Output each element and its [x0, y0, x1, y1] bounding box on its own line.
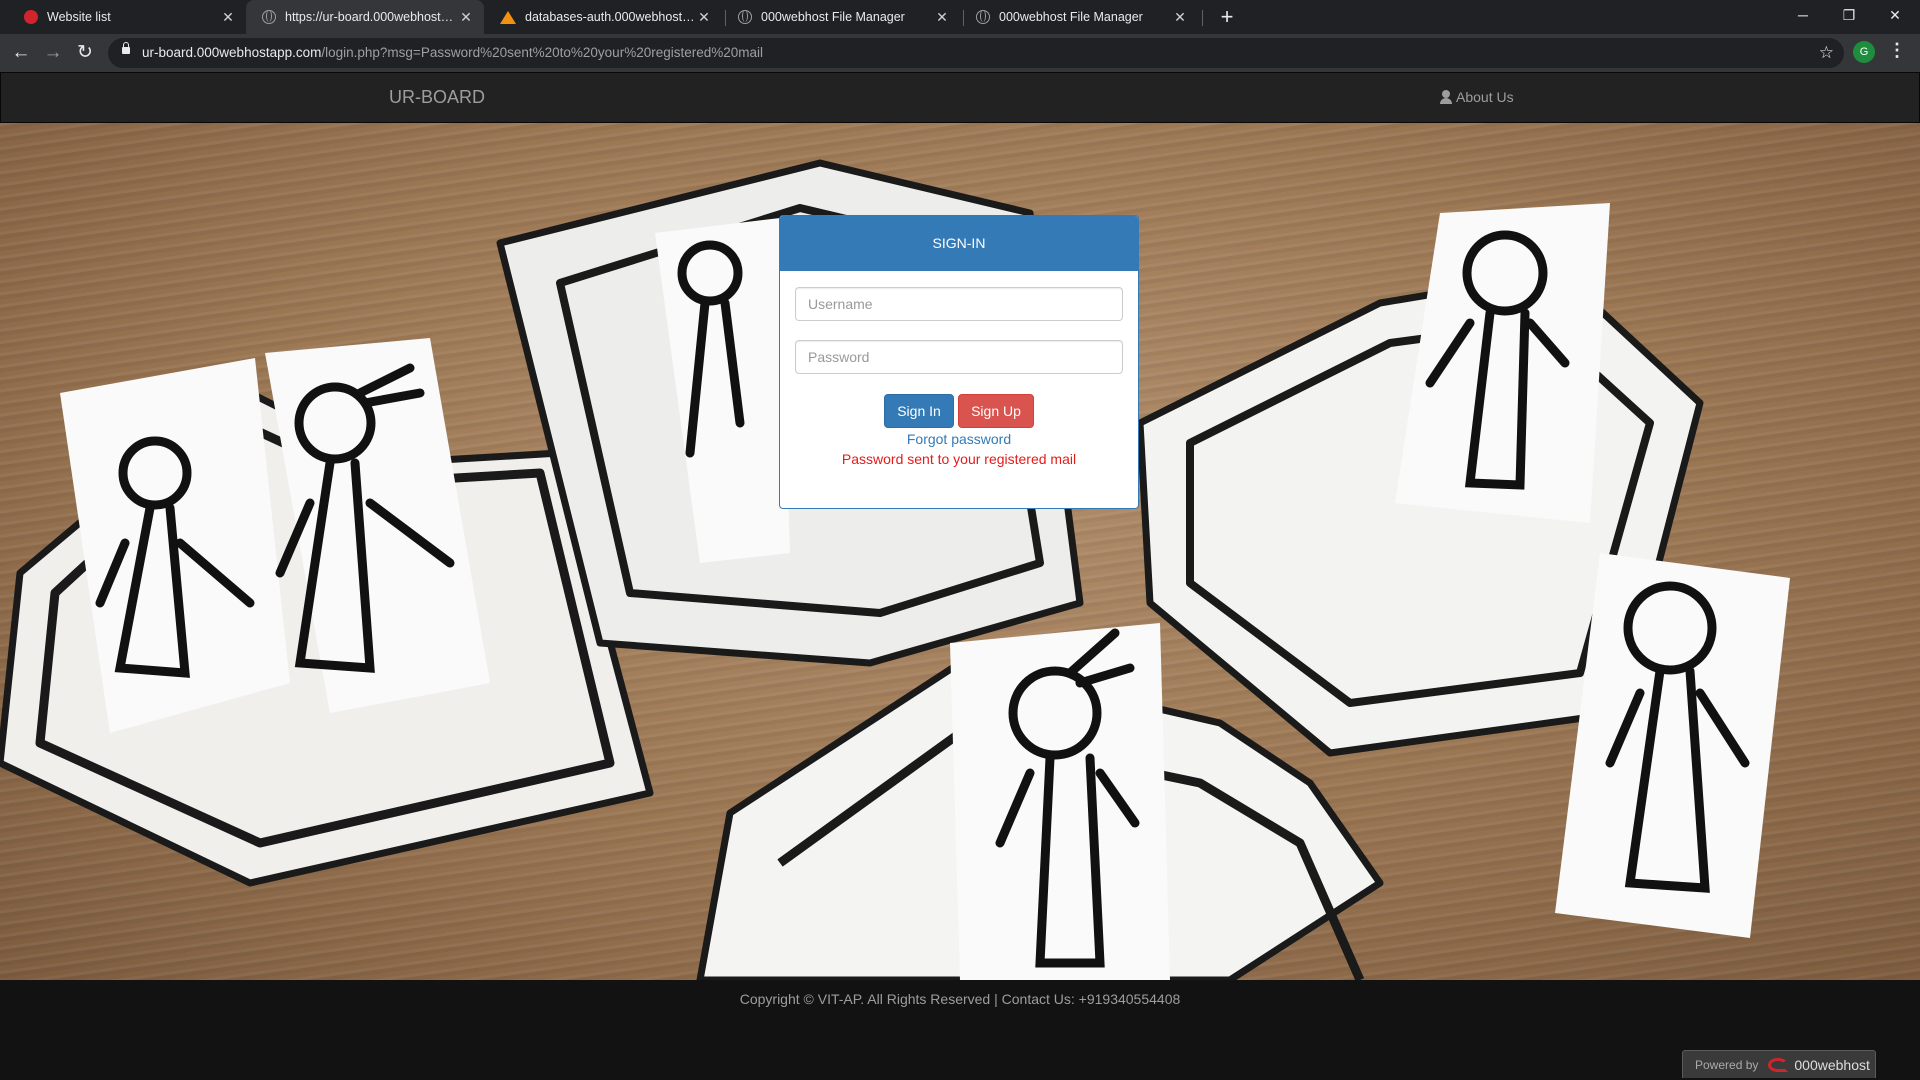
- copyright-text: Copyright © VIT-AP. All Rights Reserved …: [739, 991, 1181, 1007]
- minimize-button[interactable]: ─: [1780, 0, 1826, 30]
- globe-icon: [738, 10, 752, 24]
- powered-by-label: Powered by: [1695, 1057, 1759, 1072]
- tab-close-icon[interactable]: ✕: [934, 9, 950, 26]
- tab-databases-auth[interactable]: databases-auth.000webhost.com ✕: [484, 0, 722, 34]
- url-text[interactable]: ur-board.000webhostapp.com/login.php?msg…: [142, 45, 763, 60]
- database-favicon-icon: [500, 10, 516, 24]
- tab-close-icon[interactable]: ✕: [696, 9, 712, 26]
- sign-up-button[interactable]: Sign Up: [958, 394, 1034, 428]
- password-input[interactable]: [795, 340, 1123, 374]
- forward-button[interactable]: →: [39, 39, 67, 67]
- tab-title: 000webhost File Manager: [761, 10, 905, 24]
- site-footer: Copyright © VIT-AP. All Rights Reserved …: [0, 980, 1920, 1080]
- powered-by-brand: 000webhost: [1794, 1056, 1870, 1073]
- tab-ur-board-login[interactable]: https://ur-board.000webhostapp.com/login…: [246, 0, 484, 34]
- globe-icon: [976, 10, 990, 24]
- tab-title: databases-auth.000webhost.com: [525, 10, 696, 24]
- tab-title: https://ur-board.000webhostapp.com/login…: [285, 10, 458, 24]
- sign-in-button[interactable]: Sign In: [884, 394, 954, 428]
- user-icon: [1439, 90, 1453, 104]
- browser-menu-icon[interactable]: ⋮: [1888, 40, 1906, 61]
- tab-close-icon[interactable]: ✕: [458, 9, 474, 26]
- address-bar[interactable]: ur-board.000webhostapp.com/login.php?msg…: [108, 38, 1844, 68]
- powered-by-badge[interactable]: Powered by 000webhost: [1682, 1050, 1876, 1078]
- about-us-link[interactable]: About Us: [1439, 89, 1514, 105]
- tab-file-manager-2[interactable]: 000webhost File Manager ✕: [960, 0, 1198, 34]
- tab-close-icon[interactable]: ✕: [220, 9, 236, 26]
- tab-website-list[interactable]: Website list ✕: [8, 0, 246, 34]
- close-window-button[interactable]: ✕: [1872, 0, 1918, 30]
- reload-button[interactable]: ↻: [71, 39, 99, 67]
- url-host: ur-board.000webhostapp.com: [142, 45, 322, 60]
- login-panel: SIGN-IN Sign In Sign Up Forgot password …: [779, 215, 1139, 509]
- tab-separator: [1202, 10, 1203, 26]
- back-button[interactable]: ←: [7, 39, 35, 67]
- web-page: UR-BOARD About Us SIGN-IN Username Sign …: [0, 72, 1920, 1080]
- webhost-favicon-icon: [24, 10, 38, 24]
- browser-toolbar: ← → ↻ ur-board.000webhostapp.com/login.p…: [0, 34, 1920, 72]
- url-path: /login.php?msg=Password%20sent%20to%20yo…: [321, 45, 764, 60]
- forgot-password-link[interactable]: Forgot password: [780, 431, 1138, 447]
- username-input[interactable]: [795, 287, 1123, 321]
- tab-file-manager-1[interactable]: 000webhost File Manager ✕: [722, 0, 960, 34]
- new-tab-button[interactable]: +: [1214, 4, 1240, 30]
- about-us-label: About Us: [1456, 89, 1514, 105]
- bookmark-star-icon[interactable]: ☆: [1819, 43, 1834, 63]
- site-navbar: UR-BOARD About Us: [0, 72, 1920, 123]
- tab-title: Website list: [47, 10, 111, 24]
- tab-title: 000webhost File Manager: [999, 10, 1143, 24]
- profile-avatar[interactable]: G: [1853, 41, 1875, 63]
- globe-icon: [262, 10, 276, 24]
- brand-link[interactable]: UR-BOARD: [389, 87, 485, 108]
- restore-button[interactable]: ❐: [1826, 0, 1872, 30]
- webhost-logo-icon: [1768, 1057, 1789, 1072]
- tab-close-icon[interactable]: ✕: [1172, 9, 1188, 26]
- login-panel-title: SIGN-IN: [780, 216, 1138, 271]
- lock-icon: [122, 42, 130, 54]
- status-message: Password sent to your registered mail: [841, 451, 1077, 467]
- browser-tab-bar: Website list ✕ https://ur-board.000webho…: [0, 0, 1920, 34]
